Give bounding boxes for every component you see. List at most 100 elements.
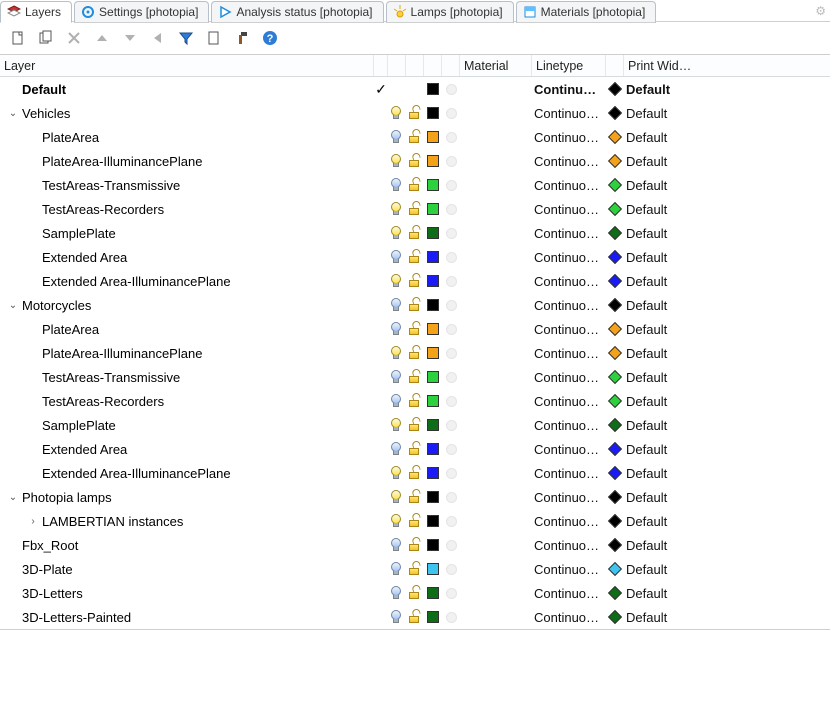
printcolor-diamond-icon[interactable] xyxy=(606,540,624,550)
lock-icon[interactable] xyxy=(406,491,424,503)
linetype-value[interactable]: Continuo… xyxy=(532,466,606,481)
printcolor-diamond-icon[interactable] xyxy=(606,276,624,286)
layer-row[interactable]: ⌄VehiclesContinuo…Default xyxy=(0,101,830,125)
material-swatch[interactable] xyxy=(442,444,460,455)
layer-color-swatch[interactable] xyxy=(424,347,442,359)
tab-settings[interactable]: Settings [photopia] xyxy=(74,1,209,23)
layer-color-swatch[interactable] xyxy=(424,203,442,215)
layer-color-swatch[interactable] xyxy=(424,491,442,503)
printwidth-value[interactable]: Default xyxy=(624,490,720,505)
chevron-down-icon[interactable]: ⌄ xyxy=(6,108,20,119)
material-swatch[interactable] xyxy=(442,180,460,191)
material-swatch[interactable] xyxy=(442,588,460,599)
filter-icon[interactable] xyxy=(176,28,196,48)
chevron-down-icon[interactable]: ⌄ xyxy=(6,300,20,311)
printcolor-diamond-icon[interactable] xyxy=(606,324,624,334)
col-material-swatch[interactable] xyxy=(442,55,460,76)
printcolor-diamond-icon[interactable] xyxy=(606,132,624,142)
layer-color-swatch[interactable] xyxy=(424,155,442,167)
material-swatch[interactable] xyxy=(442,108,460,119)
printcolor-diamond-icon[interactable] xyxy=(606,492,624,502)
layer-color-swatch[interactable] xyxy=(424,131,442,143)
printwidth-value[interactable]: Default xyxy=(624,562,720,577)
layer-row[interactable]: Default✓Continu…Default xyxy=(0,77,830,101)
visibility-bulb-icon[interactable] xyxy=(388,394,406,408)
printwidth-value[interactable]: Default xyxy=(624,202,720,217)
visibility-bulb-icon[interactable] xyxy=(388,466,406,480)
visibility-bulb-icon[interactable] xyxy=(388,514,406,528)
tab-layers[interactable]: Layers xyxy=(0,1,72,23)
layer-row[interactable]: ›LAMBERTIAN instancesContinuo…Default xyxy=(0,509,830,533)
material-swatch[interactable] xyxy=(442,348,460,359)
printcolor-diamond-icon[interactable] xyxy=(606,180,624,190)
layer-row[interactable]: 3D-LettersContinuo…Default xyxy=(0,581,830,605)
layer-color-swatch[interactable] xyxy=(424,299,442,311)
lock-icon[interactable] xyxy=(406,155,424,167)
col-color[interactable] xyxy=(424,55,442,76)
material-swatch[interactable] xyxy=(442,396,460,407)
printwidth-value[interactable]: Default xyxy=(624,130,720,145)
layer-row[interactable]: Extended AreaContinuo…Default xyxy=(0,245,830,269)
hammer-icon[interactable] xyxy=(232,28,252,48)
lock-icon[interactable] xyxy=(406,323,424,335)
printcolor-diamond-icon[interactable] xyxy=(606,108,624,118)
linetype-value[interactable]: Continuo… xyxy=(532,130,606,145)
printwidth-value[interactable]: Default xyxy=(624,346,720,361)
material-swatch[interactable] xyxy=(442,516,460,527)
printcolor-diamond-icon[interactable] xyxy=(606,204,624,214)
current-layer-check-icon[interactable]: ✓ xyxy=(374,81,388,98)
printcolor-diamond-icon[interactable] xyxy=(606,612,624,622)
layer-row[interactable]: TestAreas-TransmissiveContinuo…Default xyxy=(0,365,830,389)
layer-color-swatch[interactable] xyxy=(424,323,442,335)
layer-color-swatch[interactable] xyxy=(424,467,442,479)
visibility-bulb-icon[interactable] xyxy=(388,610,406,624)
col-visible[interactable] xyxy=(388,55,406,76)
visibility-bulb-icon[interactable] xyxy=(388,226,406,240)
tab-lamps[interactable]: Lamps [photopia] xyxy=(386,1,514,23)
linetype-value[interactable]: Continuo… xyxy=(532,178,606,193)
layer-row[interactable]: 3D-Letters-PaintedContinuo…Default xyxy=(0,605,830,629)
material-swatch[interactable] xyxy=(442,612,460,623)
printwidth-value[interactable]: Default xyxy=(624,178,720,193)
col-lock[interactable] xyxy=(406,55,424,76)
linetype-value[interactable]: Continuo… xyxy=(532,322,606,337)
visibility-bulb-icon[interactable] xyxy=(388,250,406,264)
printcolor-diamond-icon[interactable] xyxy=(606,252,624,262)
layer-color-swatch[interactable] xyxy=(424,107,442,119)
printcolor-diamond-icon[interactable] xyxy=(606,372,624,382)
layer-color-swatch[interactable] xyxy=(424,539,442,551)
col-current[interactable] xyxy=(374,55,388,76)
layer-row[interactable]: ⌄MotorcyclesContinuo…Default xyxy=(0,293,830,317)
printwidth-value[interactable]: Default xyxy=(624,442,720,457)
col-layer[interactable]: Layer xyxy=(0,55,374,76)
linetype-value[interactable]: Continuo… xyxy=(532,298,606,313)
printcolor-diamond-icon[interactable] xyxy=(606,564,624,574)
lock-icon[interactable] xyxy=(406,251,424,263)
printcolor-diamond-icon[interactable] xyxy=(606,588,624,598)
printcolor-diamond-icon[interactable] xyxy=(606,228,624,238)
lock-icon[interactable] xyxy=(406,467,424,479)
linetype-value[interactable]: Continu… xyxy=(532,82,606,97)
lock-icon[interactable] xyxy=(406,203,424,215)
printcolor-diamond-icon[interactable] xyxy=(606,300,624,310)
printwidth-value[interactable]: Default xyxy=(624,538,720,553)
visibility-bulb-icon[interactable] xyxy=(388,154,406,168)
printcolor-diamond-icon[interactable] xyxy=(606,84,624,94)
layer-row[interactable]: Extended Area-IlluminancePlaneContinuo…D… xyxy=(0,269,830,293)
material-swatch[interactable] xyxy=(442,540,460,551)
lock-icon[interactable] xyxy=(406,371,424,383)
layer-row[interactable]: PlateAreaContinuo…Default xyxy=(0,317,830,341)
printwidth-value[interactable]: Default xyxy=(624,586,720,601)
layer-row[interactable]: TestAreas-TransmissiveContinuo…Default xyxy=(0,173,830,197)
linetype-value[interactable]: Continuo… xyxy=(532,538,606,553)
material-swatch[interactable] xyxy=(442,204,460,215)
layer-row[interactable]: PlateArea-IlluminancePlaneContinuo…Defau… xyxy=(0,341,830,365)
printwidth-value[interactable]: Default xyxy=(624,466,720,481)
lock-icon[interactable] xyxy=(406,131,424,143)
printcolor-diamond-icon[interactable] xyxy=(606,396,624,406)
lock-icon[interactable] xyxy=(406,587,424,599)
material-swatch[interactable] xyxy=(442,132,460,143)
layer-color-swatch[interactable] xyxy=(424,419,442,431)
visibility-bulb-icon[interactable] xyxy=(388,586,406,600)
lock-icon[interactable] xyxy=(406,347,424,359)
